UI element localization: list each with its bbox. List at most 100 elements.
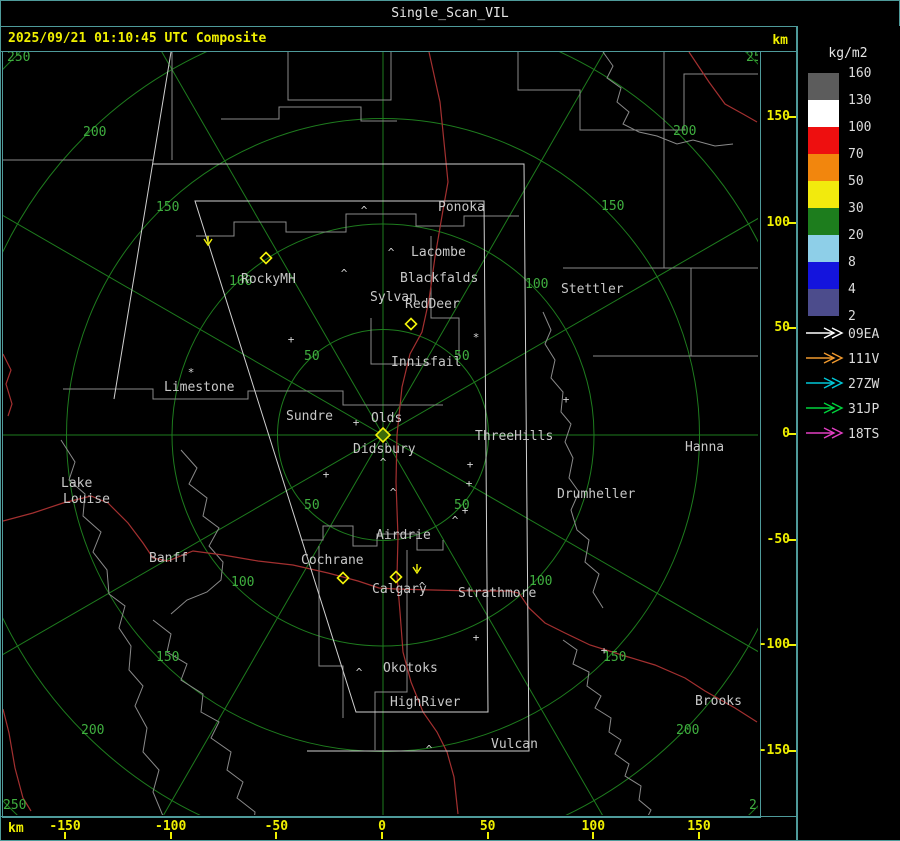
city-label: Banff [149,551,188,566]
radar-id-label: 31JP [848,402,880,417]
right-axis-unit-label: km [772,33,788,48]
legend-radar-row: 31JP [804,401,900,417]
county-line [517,52,758,131]
title-bar: Single_Scan_VIL [0,0,900,27]
city-label: Innisfail [391,355,461,370]
ring-distance-label: 100 [231,575,254,590]
city-label: Lacombe [411,245,466,260]
right-axis-tick-label: 150 [766,109,790,125]
city-label: Strathmore [458,586,536,601]
city-label: RockyMH [241,272,296,287]
city-label: Louise [63,492,110,507]
city-label: Airdrie [376,528,431,543]
city-label: Cochrane [301,553,364,568]
city-label: Olds [371,411,402,426]
radar-arrow-icon [806,352,844,364]
road-highway1-west [3,495,397,590]
legend-radar-row: 111V [804,351,900,367]
city-label: RedDeer [405,297,460,312]
town-marker-plus: + [473,631,480,644]
town-marker-caret: ^ [426,743,433,756]
city-label: Ponoka [438,200,485,215]
town-marker-caret: ^ [341,267,348,280]
legend-color-band [808,127,839,154]
legend-color-band [808,235,839,262]
legend-color-band [808,154,839,181]
right-axis-tick-label: -100 [758,637,790,653]
bottom-axis-tick [275,832,278,839]
coverage-sector-b [113,52,530,752]
legend-threshold-label: 100 [848,120,872,135]
radar-arrow-icon [806,377,844,389]
radar-map-panel[interactable]: 50 50 50 50 100 100 100 100 150 150 150 150 200 200 20… [2,51,761,818]
city-label: ThreeHills [475,429,553,444]
scan-timestamp: 2025/09/21 01:10:45 UTC Composite [8,31,267,46]
road-southwest [3,708,32,812]
bottom-axis-tick [486,832,489,839]
ring-distance-label: 250 [749,798,758,813]
city-label: Drumheller [557,487,635,502]
county-line [63,388,443,406]
radar-id-label: 18TS [848,427,880,442]
legend-threshold-label: 30 [848,201,864,216]
town-marker-caret: ^ [356,666,363,679]
city-label: Lake [61,476,92,491]
bottom-axis-tick [381,832,383,839]
ring-distance-label: 50 [304,498,320,513]
radar-site-marker [389,570,403,584]
city-label: Stettler [561,282,624,297]
legend-radar-row: 18TS [804,426,900,442]
bottom-axis-tick [169,832,172,839]
legend-color-band [808,262,839,289]
county-line [374,550,408,750]
right-axis-tick-label: 50 [774,320,790,336]
town-marker-asterisk: * [473,331,480,344]
ring-distance-label: 200 [83,125,106,140]
city-label: HighRiver [390,695,461,710]
legend-threshold-label: 8 [848,255,856,270]
radar-site-marker-center [374,426,392,444]
town-marker-plus: + [288,333,295,346]
legend-color-band [808,181,839,208]
town-marker-caret: ^ [388,246,395,259]
legend-radar-row: 09EA [804,326,900,342]
road-west-edge [3,353,13,417]
radar-map-canvas[interactable]: 50 5050 50100 100100 100150 150150 150200 20020… [3,52,758,815]
town-marker-plus: + [353,416,360,429]
legend-threshold-label: 20 [848,228,864,243]
legend-unit-label: kg/m2 [828,46,868,61]
county-line [196,213,519,237]
city-label: Hanna [685,440,724,455]
ring-distance-label: 200 [673,124,696,139]
town-marker-plus: + [467,458,474,471]
ring-distance-label: 250 [746,52,758,65]
county-line [287,52,392,101]
ring-distance-label: 250 [7,52,30,65]
town-marker-caret: ^ [452,514,459,527]
legend-threshold-label: 50 [848,174,864,189]
city-label: Sundre [286,409,333,424]
city-label: Vulcan [491,737,538,752]
legend-color-band [808,289,839,316]
legend-threshold-label: 160 [848,66,872,81]
right-axis-tick-label: -150 [758,742,790,758]
town-marker-plus: + [601,644,608,657]
county-line [562,639,652,815]
legend-color-band [808,73,839,100]
ring-distance-label: 200 [676,723,699,738]
town-marker-asterisk: * [188,366,195,379]
bottom-axis-tick [64,832,67,839]
town-marker-caret: ^ [419,580,426,593]
town-marker-plus: + [563,393,570,406]
ring-distance-label: 200 [81,723,104,738]
radar-arrow-icon [806,427,844,439]
radar-app-window: Single_Scan_VIL 2025/09/21 01:10:45 UTC … [0,0,900,841]
bottom-axis-tick [592,832,595,839]
city-label: Limestone [164,380,235,395]
county-line [602,52,734,147]
color-legend-panel: kg/m2 160 130 100 70 50 30 20 8 4 2 09EA 111V 27ZW 3… [798,26,900,840]
ring-distance-label: 250 [3,798,26,813]
legend-threshold-label: 130 [848,93,872,108]
right-axis-tick-label: -50 [766,531,790,547]
radar-id-label: 09EA [848,327,880,342]
